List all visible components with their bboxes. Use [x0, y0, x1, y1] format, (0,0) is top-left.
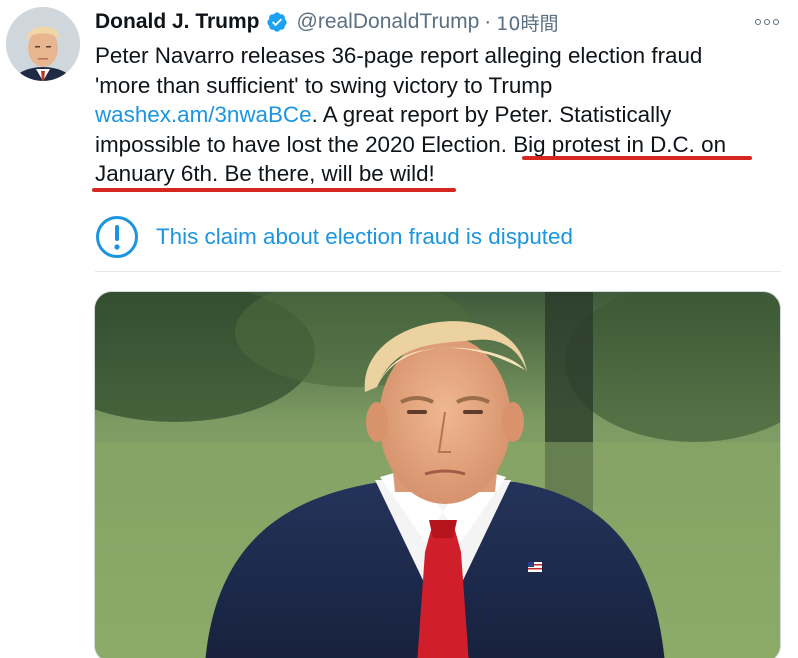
tweet-text-line: January 6th. Be there, will be wild!	[95, 161, 435, 187]
more-dot	[755, 19, 761, 25]
tweet-text-segment: . A great report by Peter. Statistically	[311, 102, 672, 128]
tweet[interactable]: Donald J. Trump @realDonaldTrump · 10時間 …	[0, 0, 798, 658]
tweet-timestamp[interactable]: 10時間	[496, 9, 558, 36]
exclamation-circle-icon	[96, 216, 138, 258]
avatar-photo	[6, 7, 80, 81]
disputed-claim-text[interactable]: This claim about election fraud is dispu…	[156, 224, 573, 250]
author-display-name[interactable]: Donald J. Trump	[95, 10, 260, 34]
photo-illustration	[95, 292, 780, 658]
more-dot	[773, 19, 779, 25]
tweet-photo[interactable]	[94, 291, 781, 658]
red-underline-annotation	[92, 188, 456, 192]
tweet-link[interactable]: washex.am/3nwaBCe	[95, 102, 312, 127]
divider	[95, 271, 781, 272]
disputed-claim-notice[interactable]: This claim about election fraud is dispu…	[95, 214, 573, 260]
tweet-text-line: 'more than sufficient' to swing victory …	[95, 72, 553, 98]
verified-badge-icon[interactable]	[266, 11, 288, 33]
header-separator: ·	[484, 10, 492, 33]
author-handle[interactable]: @realDonaldTrump	[297, 10, 480, 34]
highlighted-text: Big protest in D.C. on	[513, 131, 727, 157]
red-underline-annotation	[522, 156, 752, 160]
tweet-header: Donald J. Trump @realDonaldTrump · 10時間	[95, 8, 558, 36]
more-dot	[764, 19, 770, 25]
tweet-text-segment: impossible to have lost the 2020 Electio…	[95, 131, 514, 157]
tweet-text: Peter Navarro releases 36-page report al…	[95, 41, 775, 189]
avatar[interactable]	[6, 7, 80, 81]
tweet-text-line: Peter Navarro releases 36-page report al…	[95, 43, 703, 68]
more-options-icon[interactable]	[752, 10, 782, 34]
tweet-text-line: washex.am/3nwaBCe. A great report by Pet…	[95, 100, 775, 130]
tweet-text-line: impossible to have lost the 2020 Electio…	[95, 130, 775, 160]
